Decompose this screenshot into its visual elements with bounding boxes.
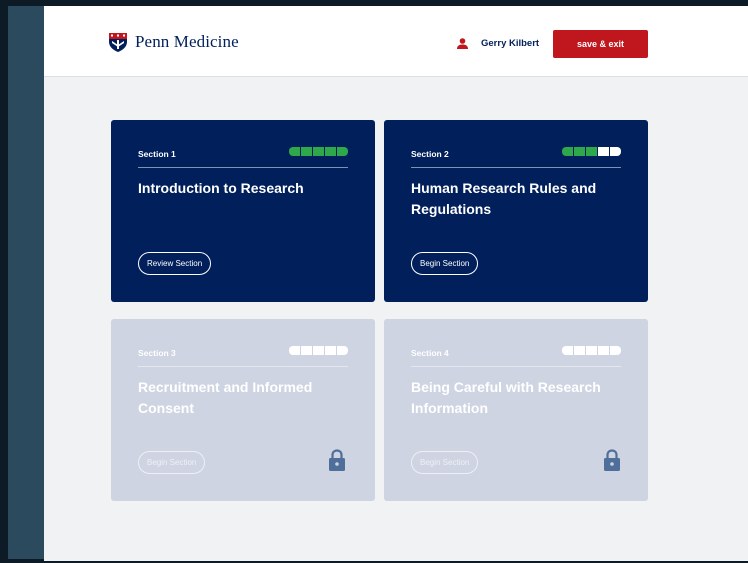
section-progress-bar [561, 147, 621, 156]
progress-segment [313, 147, 324, 156]
progress-segment [610, 147, 621, 156]
card-header: Section 3 [138, 345, 348, 367]
progress-segment [574, 346, 585, 355]
progress-segment [325, 147, 336, 156]
top-header: Penn Medicine Gerry Kilbert save & exit [44, 6, 748, 77]
progress-segment [301, 346, 312, 355]
begin-section-button[interactable]: Begin Section [411, 252, 479, 275]
section-label: Section 3 [138, 348, 176, 358]
progress-segment [562, 147, 573, 156]
section-progress-bar [288, 346, 348, 355]
section-title: Being Careful with Research Information [411, 379, 601, 416]
begin-section-button: Begin Section [411, 451, 479, 474]
section-title: Introduction to Research [138, 180, 304, 196]
section-card-3: Section 3 Recruitment and Informed Conse… [111, 319, 375, 501]
progress-segment [313, 346, 324, 355]
begin-section-button: Begin Section [138, 451, 206, 474]
card-header: Section 2 [411, 146, 621, 168]
lock-icon [329, 449, 345, 471]
user-name: Gerry Kilbert [481, 38, 540, 49]
progress-segment [598, 346, 609, 355]
section-label: Section 1 [138, 149, 176, 159]
progress-segment [586, 147, 597, 156]
section-progress-bar [561, 346, 621, 355]
progress-segment [289, 147, 300, 156]
section-card-2[interactable]: Section 2 Human Research Rules and Regul… [384, 120, 648, 302]
progress-segment [301, 147, 312, 156]
progress-segment [610, 346, 621, 355]
card-header: Section 4 [411, 345, 621, 367]
logo-text: Penn Medicine [135, 32, 239, 51]
window-frame-left [0, 0, 8, 563]
lock-icon [604, 449, 620, 471]
progress-segment [586, 346, 597, 355]
progress-segment [598, 147, 609, 156]
progress-segment [562, 346, 573, 355]
progress-segment [289, 346, 300, 355]
app-viewport: Penn Medicine Gerry Kilbert save & exit … [44, 6, 748, 561]
progress-segment [337, 346, 348, 355]
save-exit-button[interactable]: save & exit [553, 30, 648, 58]
section-title: Recruitment and Informed Consent [138, 379, 313, 416]
penn-medicine-logo[interactable]: Penn Medicine [107, 31, 239, 53]
penn-shield-icon [109, 33, 127, 52]
section-label: Section 2 [411, 149, 449, 159]
section-label: Section 4 [411, 348, 449, 358]
section-title: Human Research Rules and Regulations [411, 180, 597, 217]
section-card-4: Section 4 Being Careful with Research In… [384, 319, 648, 501]
section-progress-bar [288, 147, 348, 156]
card-header: Section 1 [138, 146, 348, 168]
review-section-button[interactable]: Review Section [138, 252, 212, 275]
progress-segment [574, 147, 585, 156]
progress-segment [337, 147, 348, 156]
user-icon [457, 38, 468, 49]
progress-segment [325, 346, 336, 355]
user-info[interactable]: Gerry Kilbert [457, 38, 539, 49]
section-card-1[interactable]: Section 1 Introduction to Research Revie… [111, 120, 375, 302]
